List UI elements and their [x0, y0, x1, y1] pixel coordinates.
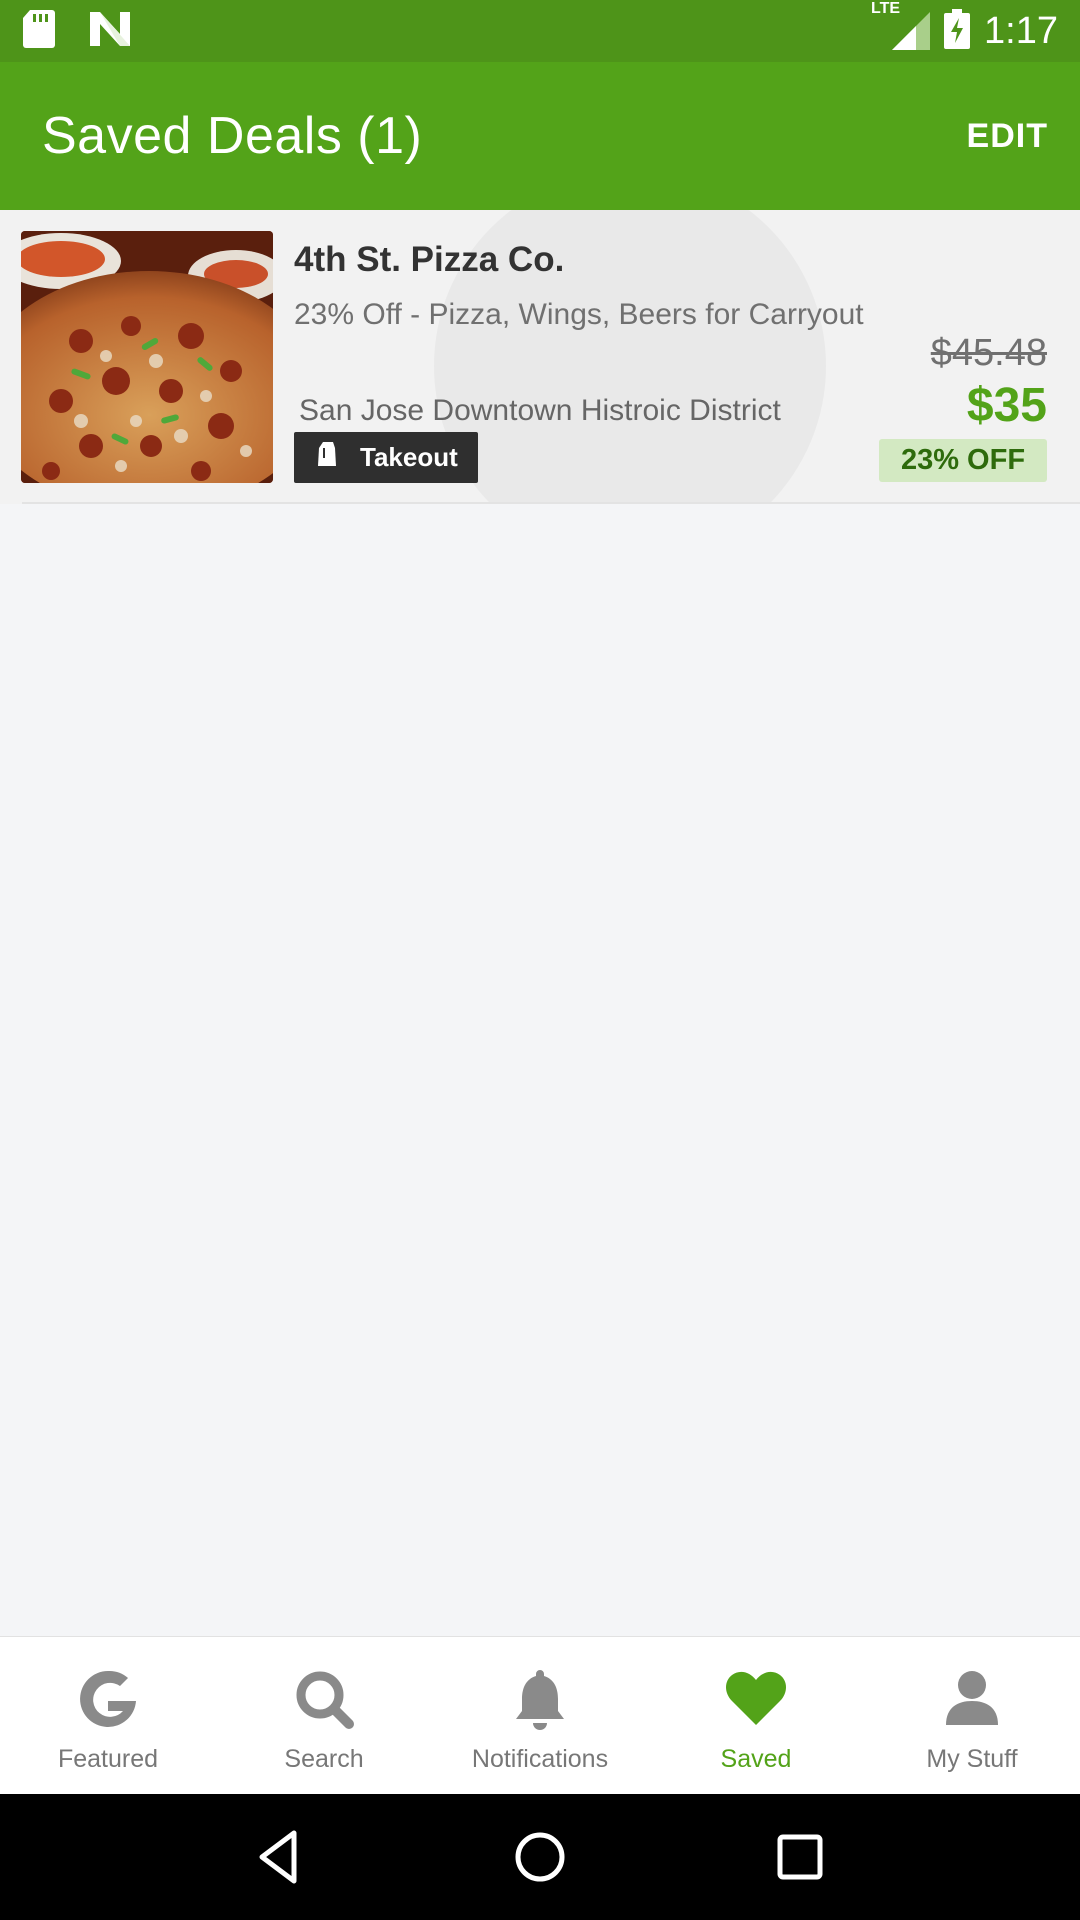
nav-saved[interactable]: Saved: [648, 1637, 864, 1794]
recents-icon[interactable]: [770, 1827, 830, 1887]
app-bar: Saved Deals (1) EDIT: [0, 62, 1080, 210]
takeout-badge: Takeout: [294, 432, 478, 483]
status-bar: LTE 1:17: [0, 0, 1080, 62]
deal-merchant-name: 4th St. Pizza Co.: [294, 240, 565, 279]
network-type: LTE: [871, 0, 901, 17]
deal-location: San Jose Downtown Histroic District: [299, 394, 781, 427]
original-price: $45.48: [930, 332, 1047, 374]
clock: 1:17: [984, 9, 1058, 52]
nav-label: Saved: [720, 1745, 792, 1773]
deal-price: $35: [966, 379, 1047, 432]
status-right-icons: LTE 1:17: [863, 0, 1058, 54]
home-icon[interactable]: [510, 1827, 570, 1887]
page-title: Saved Deals (1): [42, 107, 423, 165]
nav-label: Notifications: [471, 1745, 609, 1773]
deal-description: 23% Off - Pizza, Wings, Beers for Carryo…: [294, 298, 864, 331]
search-icon: [296, 1671, 354, 1729]
back-icon[interactable]: [250, 1827, 310, 1887]
nav-featured[interactable]: Featured: [0, 1637, 216, 1794]
groupon-g-icon: [80, 1670, 136, 1727]
edit-button[interactable]: EDIT: [967, 117, 1048, 156]
nav-search[interactable]: Search: [216, 1637, 432, 1794]
takeout-label: Takeout: [360, 442, 458, 472]
nav-label: Search: [284, 1745, 364, 1773]
sd-card-icon: [22, 9, 56, 53]
person-icon: [946, 1671, 998, 1725]
status-left-icons: [22, 9, 130, 53]
takeout-bag-icon: [316, 442, 338, 473]
lte-signal-icon: LTE: [863, 0, 931, 50]
deal-card[interactable]: 4th St. Pizza Co. 23% Off - Pizza, Wings…: [0, 210, 1080, 504]
system-navigation-bar: [0, 1794, 1080, 1920]
battery-charging-icon: [944, 8, 971, 54]
nav-label: Featured: [57, 1745, 159, 1773]
n-logo-icon: [90, 11, 130, 51]
heart-icon: [726, 1671, 786, 1725]
bottom-navigation: Featured Search Notifications Saved My S…: [0, 1636, 1080, 1794]
deal-thumbnail: [21, 231, 273, 483]
bell-icon: [516, 1670, 564, 1730]
nav-my-stuff[interactable]: My Stuff: [864, 1637, 1080, 1794]
nav-notifications[interactable]: Notifications: [432, 1637, 648, 1794]
discount-badge: 23% OFF: [879, 439, 1047, 482]
nav-label: My Stuff: [926, 1745, 1018, 1773]
